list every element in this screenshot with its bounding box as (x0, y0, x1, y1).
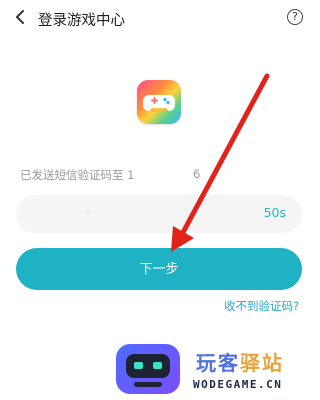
phone-tail-digit: 6 (193, 167, 201, 181)
back-arrow-icon[interactable] (12, 8, 30, 26)
no-code-link[interactable]: 收不到验证码? (224, 298, 299, 314)
resend-countdown: 50s (263, 205, 286, 220)
watermark-cn-part2: 驿站 (240, 351, 284, 375)
help-icon[interactable]: ? (287, 9, 303, 25)
watermark-robot-logo (116, 344, 180, 394)
watermark-english-text: WODEGAME.CN (193, 378, 283, 391)
gamepad-icon (143, 95, 175, 113)
app-icon (137, 80, 181, 124)
verification-code-input[interactable]: - 50s (16, 195, 302, 233)
code-input-value: - (86, 206, 90, 219)
watermark-cn-part1: 玩客 (196, 351, 240, 375)
sms-sent-label: 已发送短信验证码至 1 (20, 168, 135, 182)
top-bar: 登录游戏中心 ? (0, 0, 320, 36)
next-step-button[interactable]: 下一步 (16, 248, 302, 290)
watermark-chinese-text: 玩客驿站 (196, 347, 284, 376)
page-title: 登录游戏中心 (38, 13, 125, 29)
